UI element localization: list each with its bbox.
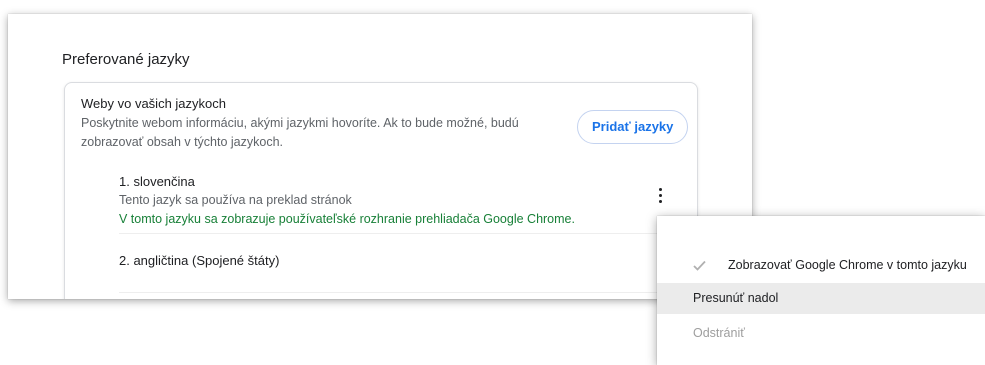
languages-settings-panel: Preferované jazyky Weby vo vašich jazyko…	[8, 14, 752, 299]
menu-item-display-in-language[interactable]: Zobrazovať Google Chrome v tomto jazyku	[657, 248, 985, 282]
language-name: 1. slovenčina	[119, 174, 195, 189]
language-list: 1. slovenčina Tento jazyk sa používa na …	[119, 173, 679, 293]
menu-item-remove[interactable]: Odstrániť	[657, 318, 985, 348]
card-heading: Weby vo vašich jazykoch	[81, 96, 226, 111]
card-description: Poskytnite webom informáciu, akými jazyk…	[81, 116, 519, 149]
menu-item-move-down[interactable]: Presunúť nadol	[657, 283, 985, 314]
language-subtitle: Tento jazyk sa používa na preklad stráno…	[119, 193, 352, 207]
more-vert-icon[interactable]	[650, 183, 670, 207]
language-ui-note: V tomto jazyku sa zobrazuje používateľsk…	[119, 212, 575, 226]
languages-card: Weby vo vašich jazykoch Poskytnite webom…	[64, 82, 698, 299]
language-item: 2. angličtina (Spojené štáty)	[119, 234, 679, 293]
checkmark-icon[interactable]	[693, 259, 706, 272]
add-languages-button[interactable]: Pridať jazyky	[577, 110, 689, 144]
menu-item-label: Zobrazovať Google Chrome v tomto jazyku	[728, 258, 967, 272]
screenshot-stage: Preferované jazyky Weby vo vašich jazyko…	[0, 0, 985, 365]
section-title: Preferované jazyky	[62, 51, 190, 68]
language-item: 1. slovenčina Tento jazyk sa používa na …	[119, 173, 679, 234]
language-context-menu: Zobrazovať Google Chrome v tomto jazyku …	[657, 216, 985, 365]
language-name: 2. angličtina (Spojené štáty)	[119, 253, 280, 268]
